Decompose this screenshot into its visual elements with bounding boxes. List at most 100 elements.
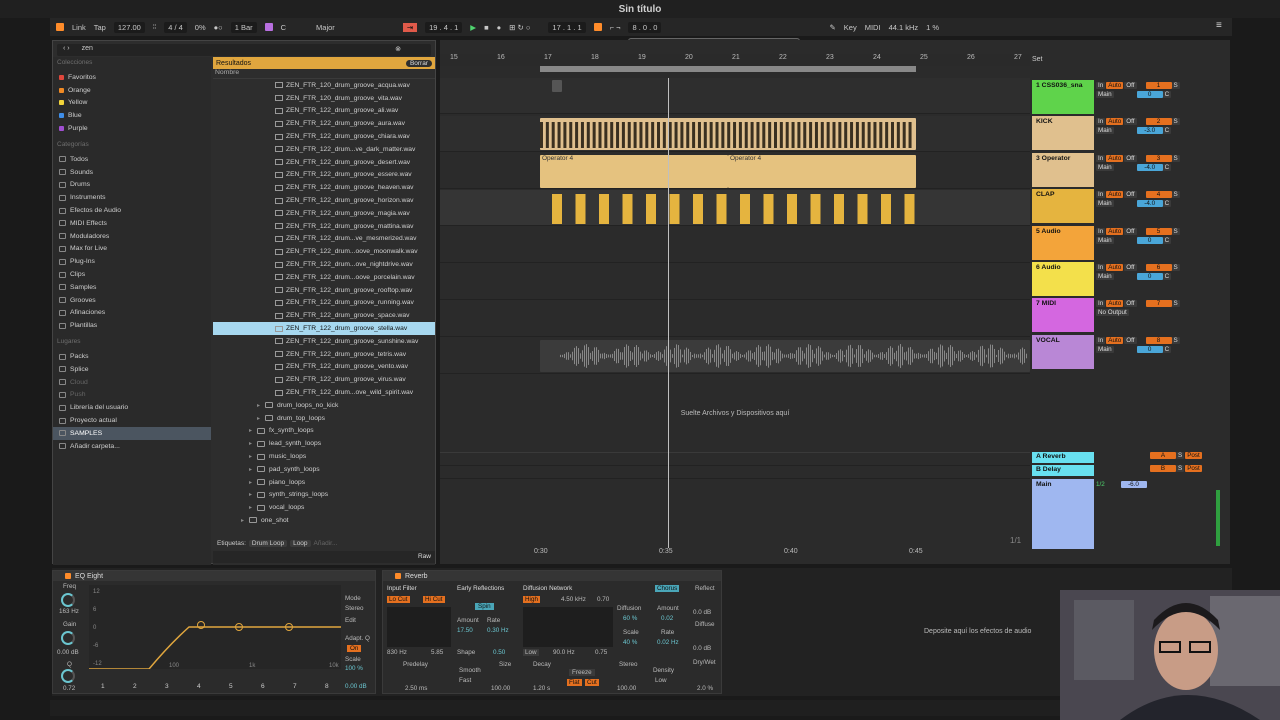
- expand-arrow-icon[interactable]: ▸: [241, 517, 244, 524]
- midi-map-button[interactable]: MIDI: [865, 23, 881, 32]
- input-monitor-auto[interactable]: Auto: [1106, 300, 1124, 308]
- category-max-for-live[interactable]: Max for Live: [53, 243, 211, 256]
- pan-center[interactable]: C: [1162, 236, 1172, 244]
- groove-percent[interactable]: 0%: [195, 23, 206, 32]
- solo-button[interactable]: S: [1171, 82, 1180, 89]
- track-volume[interactable]: 0: [1136, 345, 1163, 353]
- track-header-5-audio[interactable]: 5 Audio: [1032, 225, 1094, 260]
- pan-center[interactable]: C: [1162, 91, 1172, 98]
- tempo-field[interactable]: 127.00: [113, 21, 145, 33]
- track-header-3-operator[interactable]: 3 Operator: [1032, 152, 1094, 187]
- place-proyecto-actual[interactable]: Proyecto actual: [53, 414, 211, 427]
- category-efectos-de-audio[interactable]: Efectos de Audio: [53, 204, 211, 217]
- dn-high-freq[interactable]: 4.50 kHz: [561, 596, 586, 603]
- pan-center[interactable]: C: [1162, 127, 1172, 135]
- session-record-icon[interactable]: ⊞ ↻ ○: [509, 23, 530, 32]
- return-solo[interactable]: S: [1176, 452, 1185, 459]
- solo-button[interactable]: S: [1171, 336, 1180, 344]
- folder-row[interactable]: ▸ music_loops: [213, 450, 435, 463]
- loop-length[interactable]: 8 . 0 . 0: [628, 21, 662, 33]
- track-header-6-audio[interactable]: 6 Audio: [1032, 262, 1094, 296]
- category-drums[interactable]: Drums: [53, 179, 211, 192]
- lane-vocal[interactable]: [440, 338, 1030, 374]
- file-row[interactable]: ZEN_FTR_122_drum...ve_mesmerized.wav: [213, 233, 435, 246]
- diffusion-display[interactable]: [523, 607, 613, 647]
- file-row[interactable]: ZEN_FTR_122_drum_groove_stella.wav: [213, 322, 435, 335]
- folder-row[interactable]: ▸ lead_synth_loops: [213, 437, 435, 450]
- file-row[interactable]: ZEN_FTR_122_drum_groove_mattina.wav: [213, 220, 435, 233]
- eq-power-icon[interactable]: [65, 573, 71, 579]
- clip-cs[interactable]: [552, 80, 562, 92]
- return-solo[interactable]: S: [1176, 464, 1185, 472]
- kick-clip[interactable]: [540, 118, 916, 150]
- file-row[interactable]: ZEN_FTR_120_drum_groove_vita.wav: [213, 92, 435, 105]
- key-map-button[interactable]: Key: [844, 23, 857, 32]
- file-row[interactable]: ZEN_FTR_122_drum_groove_desert.wav: [213, 156, 435, 169]
- input-monitor-auto[interactable]: Auto: [1106, 118, 1124, 126]
- track-activator[interactable]: 1: [1145, 82, 1172, 89]
- key-root-select[interactable]: C: [281, 23, 286, 32]
- expand-arrow-icon[interactable]: ▸: [249, 491, 252, 498]
- file-row[interactable]: ZEN_FTR_122_drum_groove_aura.wav: [213, 117, 435, 130]
- track-header-clap[interactable]: CLAP: [1032, 189, 1094, 224]
- dn-low-button[interactable]: Low: [523, 649, 539, 656]
- cut-button[interactable]: Cut: [585, 679, 599, 686]
- eq-display[interactable]: 12 6 0 -6 -12 100 1k 10k: [89, 585, 341, 670]
- eq-band-6[interactable]: 6: [261, 683, 265, 690]
- output-routing[interactable]: Main: [1096, 345, 1114, 353]
- expand-arrow-icon[interactable]: ▸: [257, 402, 260, 409]
- stereo-value[interactable]: 100.00: [617, 685, 636, 692]
- input-monitor-off[interactable]: Off: [1124, 118, 1137, 126]
- folder-row[interactable]: ▸ one_shot: [213, 514, 435, 527]
- file-row[interactable]: ZEN_FTR_122_drum...ove_wild_spirit.wav: [213, 386, 435, 399]
- category-moduladores[interactable]: Moduladores: [53, 230, 211, 243]
- input-monitor-off[interactable]: Off: [1124, 264, 1137, 271]
- record-icon[interactable]: ●: [497, 23, 502, 32]
- dn-high-value[interactable]: 0.70: [597, 596, 609, 603]
- input-monitor-in[interactable]: In: [1096, 82, 1106, 89]
- input-monitor-in[interactable]: In: [1096, 118, 1106, 126]
- file-row[interactable]: ZEN_FTR_122_drum_groove_magia.wav: [213, 207, 435, 220]
- diffuse-value[interactable]: 0.0 dB: [693, 645, 711, 652]
- metronome-dots-icon[interactable]: ●○: [214, 23, 223, 32]
- add-tag[interactable]: Añadir...: [314, 540, 338, 547]
- er-amount-value[interactable]: 17.50: [457, 627, 473, 634]
- return-activator[interactable]: B: [1150, 464, 1176, 472]
- spin-button[interactable]: Spin: [475, 603, 494, 610]
- arrangement-view[interactable]: 15 16 17 18 19 20 21 22 23 24 25 26 27 Operator 4 Op…: [440, 40, 1030, 564]
- category-todos[interactable]: Todos: [53, 153, 211, 166]
- collection-purple[interactable]: Purple: [53, 122, 211, 135]
- lo-cut-button[interactable]: Lo Cut: [387, 596, 410, 603]
- track-volume[interactable]: 0: [1136, 236, 1163, 244]
- category-clips[interactable]: Clips: [53, 268, 211, 281]
- quantize-select[interactable]: 1 Bar: [230, 21, 257, 33]
- place-splice[interactable]: Splice: [53, 363, 211, 376]
- place-cloud[interactable]: Cloud: [53, 376, 211, 389]
- solo-button[interactable]: S: [1171, 191, 1180, 199]
- pan-center[interactable]: C: [1162, 163, 1172, 171]
- track-activator[interactable]: 6: [1145, 264, 1172, 271]
- folder-row[interactable]: ▸ synth_strings_loops: [213, 489, 435, 502]
- pan-center[interactable]: C: [1162, 345, 1172, 353]
- category-samples[interactable]: Samples: [53, 281, 211, 294]
- input-filter-display[interactable]: [387, 607, 451, 647]
- file-row[interactable]: ZEN_FTR_122_drum_groove_sunshine.wav: [213, 335, 435, 348]
- tag-drum-loop[interactable]: Drum Loop: [248, 539, 288, 547]
- file-row[interactable]: ZEN_FTR_122_drum_groove_running.wav: [213, 297, 435, 310]
- collection-yellow[interactable]: Yellow: [53, 97, 211, 110]
- punch-icons[interactable]: ⌐ ¬: [610, 23, 621, 32]
- tag-loop[interactable]: Loop: [290, 539, 311, 547]
- lane-clap[interactable]: [440, 190, 1030, 226]
- file-row[interactable]: ZEN_FTR_122_drum_groove_chiara.wav: [213, 130, 435, 143]
- eq-band-8[interactable]: 8: [325, 683, 329, 690]
- output-routing[interactable]: Main: [1096, 127, 1114, 135]
- input-filter-width[interactable]: 5.85: [431, 649, 443, 656]
- expand-arrow-icon[interactable]: ▸: [249, 440, 252, 447]
- folder-row[interactable]: ▸ fx_synth_loops: [213, 425, 435, 438]
- solo-button[interactable]: S: [1171, 227, 1180, 235]
- chorus-button[interactable]: Chorus: [655, 585, 680, 592]
- track-volume[interactable]: 0: [1136, 273, 1163, 280]
- clear-results-button[interactable]: Borrar: [405, 59, 432, 67]
- expand-arrow-icon[interactable]: ▸: [249, 427, 252, 434]
- folder-row[interactable]: ▸ vocal_loops: [213, 501, 435, 514]
